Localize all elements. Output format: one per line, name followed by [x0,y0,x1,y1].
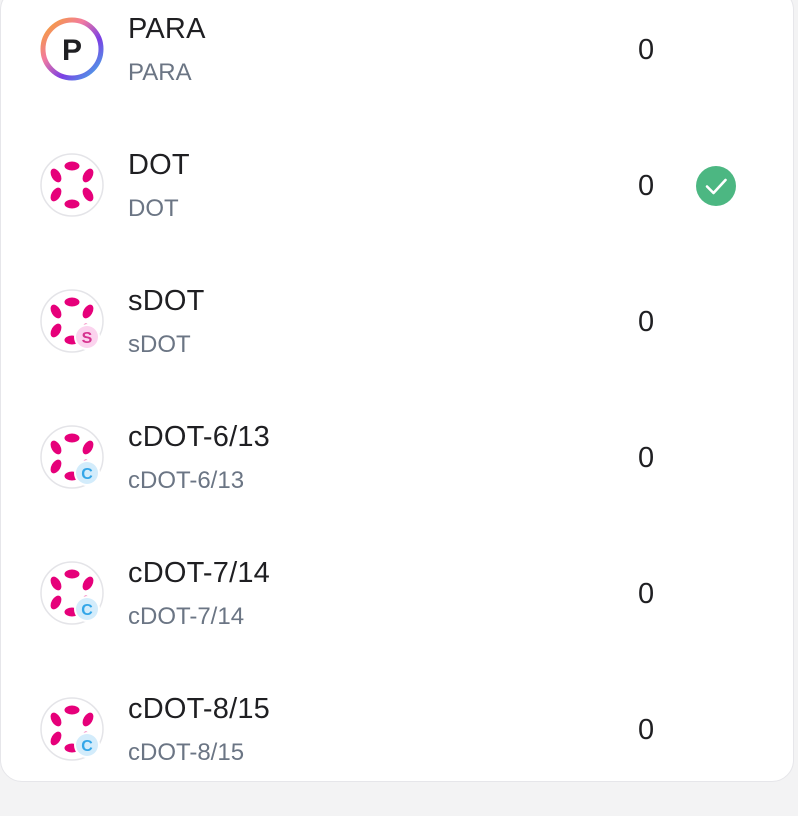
token-subtitle: PARA [128,59,192,86]
polkadot-logo-icon [40,153,104,217]
token-row-cdot-7-14[interactable]: C cDOT-7/14 cDOT-7/14 0 [0,544,798,680]
polkadot-logo-icon: C [40,697,104,761]
token-symbol: DOT [128,149,190,181]
polkadot-logo-icon: C [40,561,104,625]
polkadot-logo-icon: C [40,425,104,489]
svg-text:C: C [81,466,93,483]
token-row-sdot[interactable]: S sDOT sDOT 0 [0,272,798,408]
svg-text:P: P [62,34,82,67]
svg-text:S: S [82,330,93,347]
token-symbol: sDOT [128,285,205,317]
token-balance: 0 [638,578,655,610]
token-row-cdot-8-15[interactable]: C cDOT-8/15 cDOT-8/15 0 [0,680,798,816]
para-logo-icon: P [40,17,104,81]
token-balance: 0 [638,714,655,746]
token-subtitle: sDOT [128,331,191,358]
svg-text:C: C [81,602,93,619]
selected-check-icon [695,165,737,207]
token-subtitle: cDOT-8/15 [128,739,245,766]
token-symbol: cDOT-8/15 [128,693,271,725]
token-subtitle: cDOT-7/14 [128,603,245,630]
token-row-para[interactable]: P PARA PARA 0 [0,0,798,136]
token-symbol: cDOT-6/13 [128,421,271,453]
token-balance: 0 [638,306,655,338]
token-symbol: cDOT-7/14 [128,557,271,589]
token-row-cdot-6-13[interactable]: C cDOT-6/13 cDOT-6/13 0 [0,408,798,544]
token-subtitle: cDOT-6/13 [128,467,245,494]
token-balance: 0 [638,34,655,66]
token-symbol: PARA [128,13,206,45]
svg-text:C: C [81,738,93,755]
token-balance: 0 [638,442,655,474]
token-balance: 0 [638,170,655,202]
token-subtitle: DOT [128,195,179,222]
polkadot-logo-icon: S [40,289,104,353]
token-row-dot[interactable]: DOT DOT 0 [0,136,798,272]
